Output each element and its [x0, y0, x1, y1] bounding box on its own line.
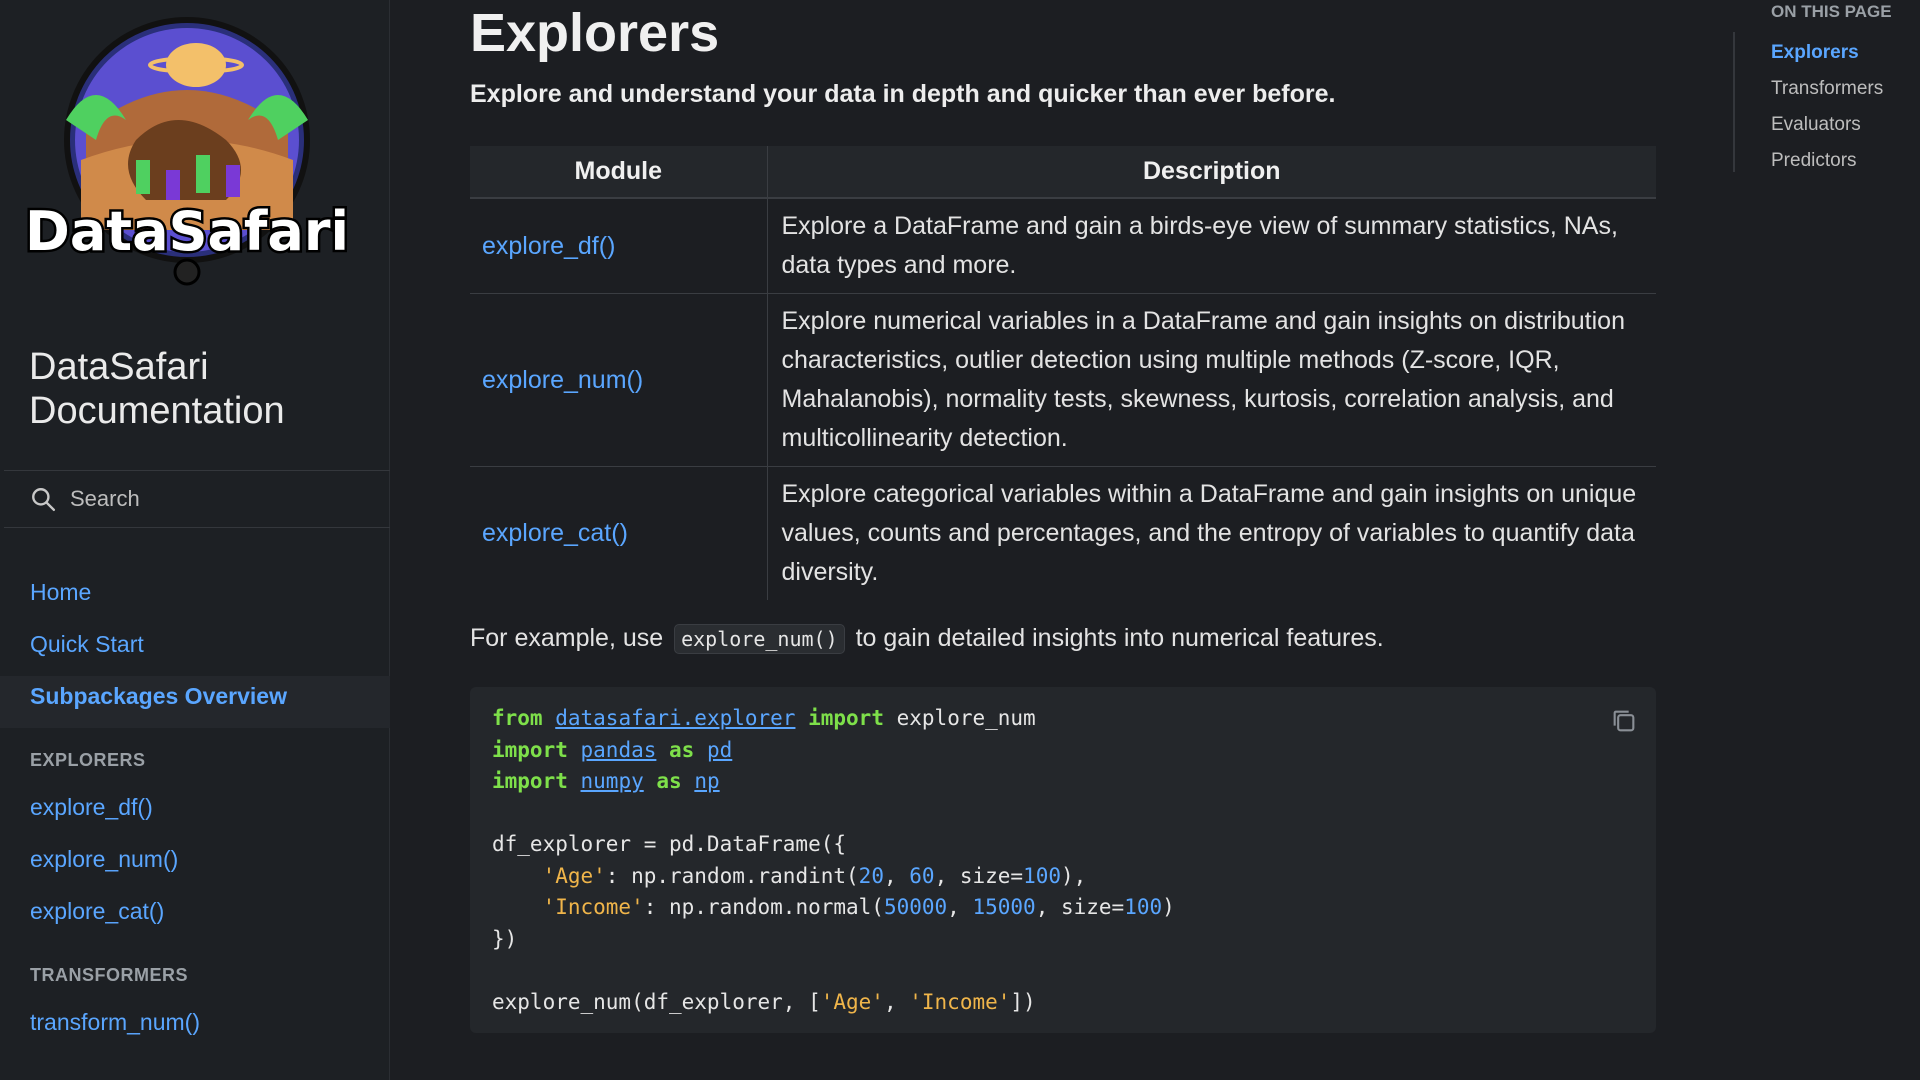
search-input[interactable] [70, 486, 350, 512]
on-this-page-toc: ON THIS PAGE Explorers Transformers Eval… [1733, 0, 1920, 180]
table-header-module: Module [470, 146, 768, 199]
example-text-before: For example, use [470, 624, 664, 652]
table-cell-description: Explore a DataFrame and gain a birds-eye… [767, 197, 1656, 294]
table-cell-description: Explore numerical variables in a DataFra… [767, 293, 1656, 467]
table-header-description: Description [767, 146, 1656, 199]
toc-item-evaluators[interactable]: Evaluators [1771, 114, 1861, 136]
search-bar[interactable] [4, 470, 390, 528]
code-line: 'Income': np.random.normal(50000, 15000,… [542, 895, 1175, 919]
copy-icon[interactable] [1610, 707, 1638, 735]
table-row: explore_df() Explore a DataFrame and gai… [470, 197, 1656, 294]
example-paragraph: For example, use explore_num() to gain d… [470, 624, 1384, 655]
table-cell-module: explore_num() [470, 293, 768, 467]
toc-item-predictors[interactable]: Predictors [1771, 150, 1857, 172]
inline-code-explore-num: explore_num() [674, 624, 845, 655]
page-title: Explorers [470, 3, 720, 63]
sidebar-section-transformers: TRANSFORMERS [30, 965, 188, 985]
explore-df-link[interactable]: explore_df() [482, 232, 615, 260]
explore-num-link[interactable]: explore_num() [482, 366, 643, 394]
main-content: Explorers Explore and understand your da… [470, 0, 1660, 1080]
code-line: df_explorer = pd.DataFrame({ [492, 832, 847, 856]
code-line: import pandas as pd [492, 737, 733, 762]
table-cell-module: explore_df() [470, 197, 768, 294]
code-module-link[interactable]: pandas [581, 738, 657, 762]
toc-item-explorers[interactable]: Explorers [1771, 42, 1859, 64]
lead-text: Explore and understand your data in dept… [470, 80, 1336, 108]
code-line: from datasafari.explorer import explore_… [492, 706, 1036, 730]
logo-graphic: DataSafari [23, 17, 351, 286]
code-line: explore_num(df_explorer, ['Age', 'Income… [492, 989, 1036, 1014]
sidebar-item-explore-num[interactable]: explore_num() [0, 839, 390, 891]
datasafari-logo[interactable]: DataSafari [23, 10, 351, 300]
table-cell-description: Explore categorical variables within a D… [767, 466, 1656, 600]
example-text-after: to gain detailed insights into numerical… [855, 624, 1384, 652]
toc-item-transformers[interactable]: Transformers [1771, 78, 1883, 100]
toc-divider [1733, 32, 1735, 172]
explore-cat-link[interactable]: explore_cat() [482, 519, 628, 547]
sidebar-item-home[interactable]: Home [0, 572, 390, 624]
modules-table: Module Description explore_df() Explore … [470, 146, 1656, 600]
sidebar-item-explore-cat[interactable]: explore_cat() [0, 891, 390, 943]
sidebar-item-explore-df[interactable]: explore_df() [0, 787, 390, 839]
sidebar-item-subpackages-overview[interactable]: Subpackages Overview [0, 676, 390, 728]
site-title[interactable]: DataSafari Documentation [29, 345, 369, 433]
table-cell-module: explore_cat() [470, 466, 768, 600]
toc-heading: ON THIS PAGE [1771, 2, 1892, 21]
code-line: 'Age': np.random.randint(20, 60, size=10… [542, 863, 1087, 888]
table-row: explore_cat() Explore categorical variab… [470, 466, 1656, 600]
sidebar-item-quick-start[interactable]: Quick Start [0, 624, 390, 676]
code-alias-link[interactable]: np [694, 769, 719, 793]
code-module-link[interactable]: numpy [581, 769, 644, 793]
search-icon [32, 488, 56, 512]
code-alias-link[interactable]: pd [707, 738, 732, 762]
code-module-link[interactable]: datasafari.explorer [555, 706, 795, 730]
code-line: }) [492, 926, 518, 951]
sidebar-nav: Home Quick Start Subpackages Overview EX… [0, 572, 390, 1054]
logo-wordmark: DataSafari [26, 200, 348, 263]
code-block: from datasafari.explorer import explore_… [470, 687, 1656, 1033]
table-row: explore_num() Explore numerical variable… [470, 293, 1656, 467]
sidebar-item-transform-num[interactable]: transform_num() [0, 1002, 390, 1054]
code-line: import numpy as np [492, 769, 720, 793]
sidebar: DataSafari DataSafari Documentation Home… [0, 0, 390, 1080]
table-header-row: Module Description [470, 146, 1656, 199]
sidebar-section-explorers: EXPLORERS [30, 750, 146, 770]
